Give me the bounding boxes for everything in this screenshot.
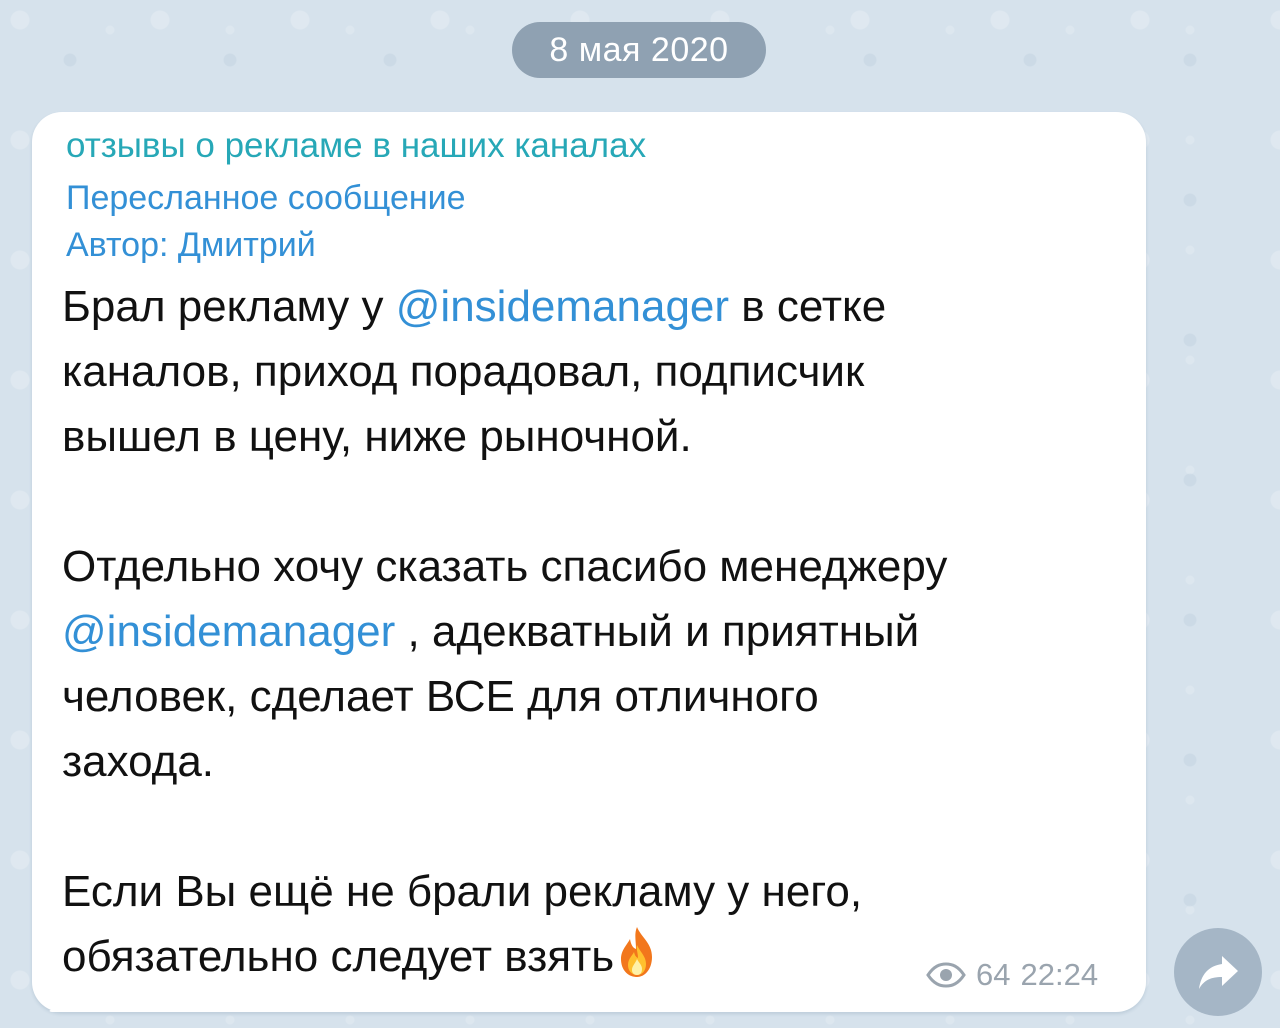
message-time: 22:24	[1020, 957, 1099, 992]
date-separator: 8 мая 2020	[512, 22, 766, 78]
fire-emoji	[621, 927, 653, 977]
message-meta: 64 22:24	[926, 953, 1098, 997]
share-arrow-icon	[1199, 956, 1238, 989]
forwarded-channel-name[interactable]: отзывы о рекламе в наших каналах	[66, 126, 646, 166]
views-count: 64	[976, 957, 1011, 992]
author-line: Автор: Дмитрий	[66, 226, 316, 264]
mention-link[interactable]: @insidemanager	[62, 607, 395, 656]
text-part: Брал рекламу у	[62, 282, 396, 331]
text-part: , адекватный и приятный человек, сделает…	[62, 607, 920, 981]
forwarded-label: Пересланное сообщение	[66, 179, 466, 217]
share-button[interactable]	[1174, 928, 1262, 1016]
eye-icon	[926, 962, 966, 988]
message-text: Брал рекламу у @insidemanager в сетке ка…	[62, 274, 1132, 989]
mention-link[interactable]: @insidemanager	[396, 282, 729, 331]
